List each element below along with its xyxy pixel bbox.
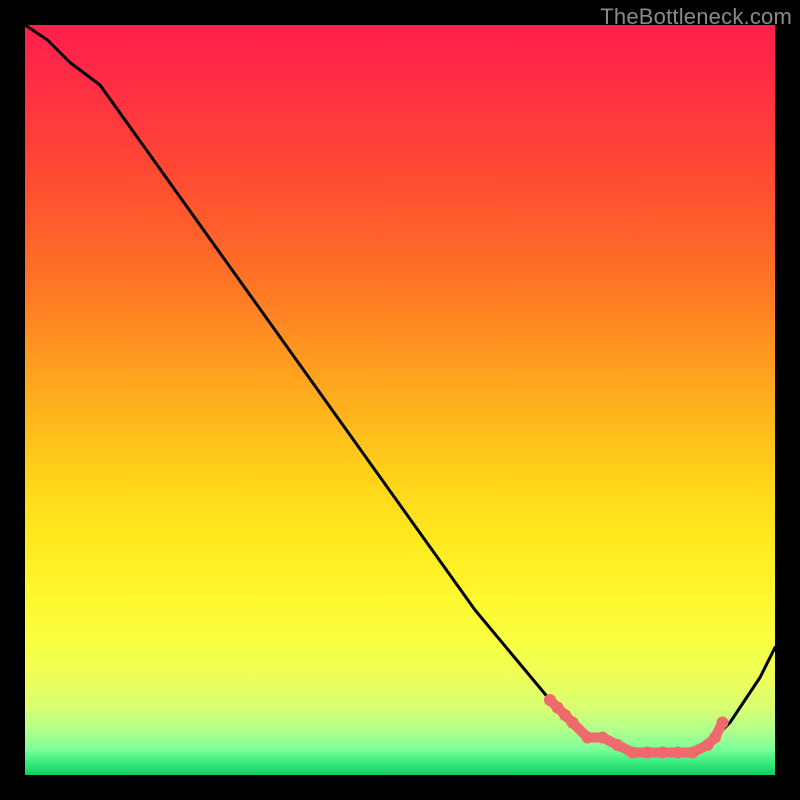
marker-dot [597, 732, 609, 744]
marker-dot [552, 702, 564, 714]
marker-dot [672, 747, 684, 759]
marker-dot [559, 709, 571, 721]
plot-area [25, 25, 775, 775]
marker-underlay-line [550, 700, 723, 753]
marker-dot [582, 732, 594, 744]
watermark-text: TheBottleneck.com [600, 4, 792, 30]
marker-dot [702, 739, 714, 751]
chart-frame: TheBottleneck.com [0, 0, 800, 800]
marker-dot [717, 717, 729, 729]
marker-dot [544, 694, 556, 706]
marker-dot [627, 747, 639, 759]
marker-dot-group [544, 694, 729, 759]
curve-svg [25, 25, 775, 775]
marker-dot [709, 732, 721, 744]
marker-dot [687, 747, 699, 759]
bottleneck-curve [25, 25, 775, 753]
marker-dot [657, 747, 669, 759]
marker-dot [612, 739, 624, 751]
marker-dot [567, 717, 579, 729]
marker-dot [642, 747, 654, 759]
